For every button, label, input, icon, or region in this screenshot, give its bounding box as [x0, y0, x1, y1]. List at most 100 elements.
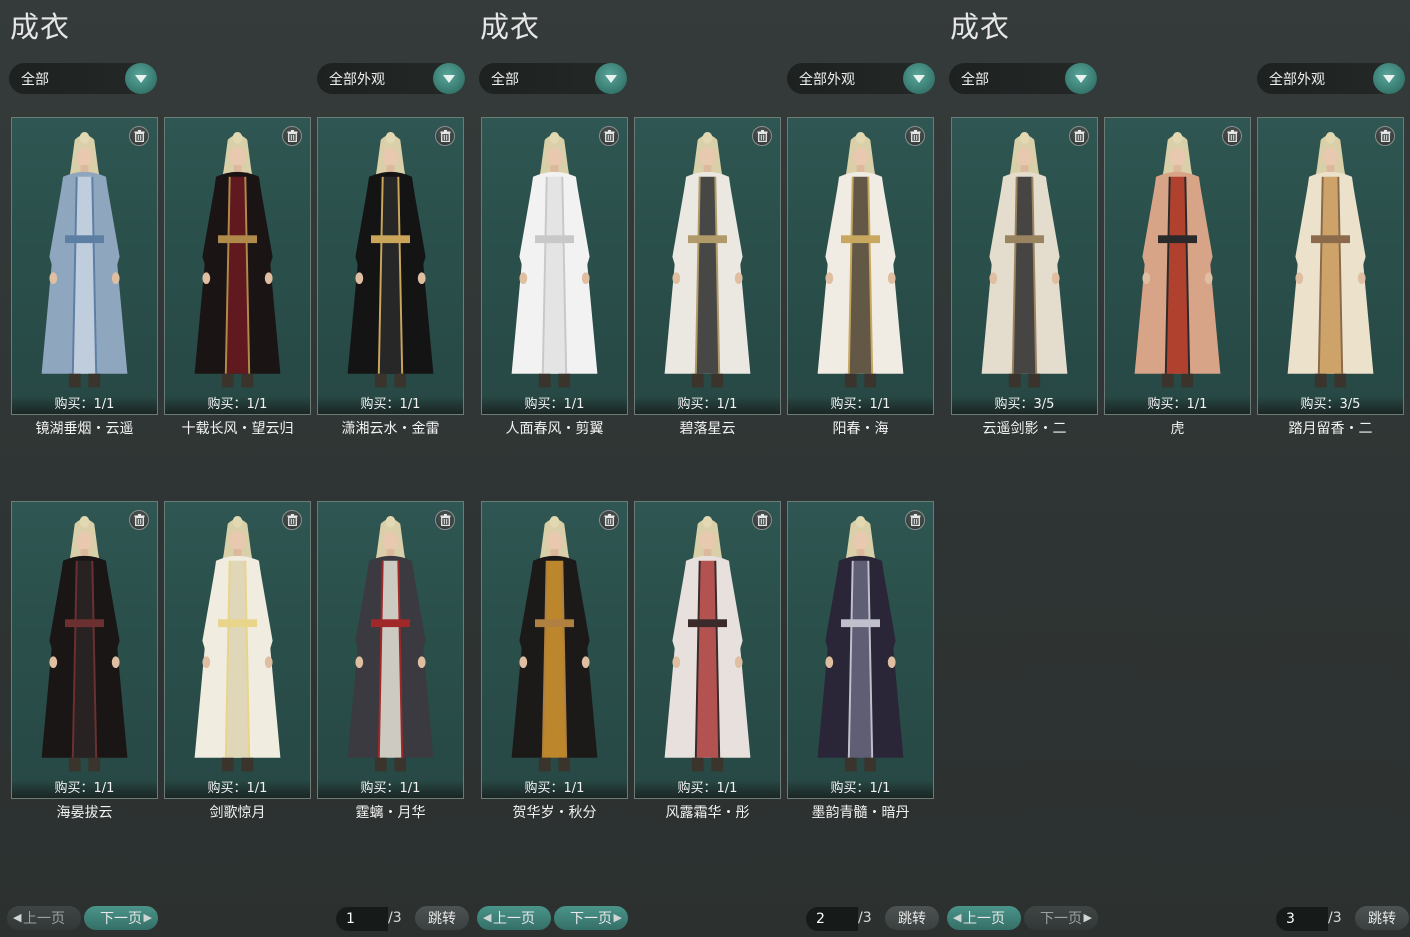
purchase-count: 购买：3/5	[1258, 396, 1403, 414]
prev-page-button[interactable]: 上一页 ◀	[477, 906, 551, 930]
outfit-card[interactable]: 购买：1/1	[787, 501, 934, 799]
character-figure	[194, 515, 281, 772]
next-page-label: 下一页	[1040, 911, 1082, 927]
character-figure	[1287, 131, 1374, 388]
outfit-card[interactable]: 购买：3/5	[951, 117, 1098, 415]
appearance-filter[interactable]: 全部外观	[1257, 63, 1405, 94]
character-figure	[347, 515, 434, 772]
jump-button[interactable]: 跳转	[885, 906, 939, 930]
character-figure	[41, 515, 128, 772]
prev-page-label: 上一页	[493, 911, 535, 927]
outfit-card[interactable]: 购买：1/1	[11, 501, 158, 799]
jump-label: 跳转	[898, 911, 926, 927]
prev-page-button[interactable]: 上一页 ◀	[7, 906, 81, 930]
chevron-right-icon: ▶	[1083, 911, 1092, 924]
outfit-card[interactable]: 购买：1/1	[11, 117, 158, 415]
character-figure	[41, 131, 128, 388]
next-page-button[interactable]: 下一页 ▶	[554, 906, 628, 930]
appearance-filter-value: 全部外观	[799, 71, 855, 88]
outfit-name: 人面春风・剪翼	[505, 421, 604, 437]
page-number-input[interactable]: 2	[806, 907, 858, 931]
chevron-down-icon[interactable]	[1373, 63, 1405, 94]
jump-button[interactable]: 跳转	[415, 906, 469, 930]
purchase-count: 购买：1/1	[482, 396, 627, 414]
purchase-count: 购买：1/1	[12, 396, 157, 414]
category-filter-value: 全部	[961, 71, 989, 88]
chevron-down-icon[interactable]	[903, 63, 935, 94]
outfit-card[interactable]: 购买：3/5	[1257, 117, 1404, 415]
next-page-button[interactable]: 下一页 ▶	[84, 906, 158, 930]
next-page-label: 下一页	[570, 911, 612, 927]
page-number-value: 2	[816, 911, 825, 927]
appearance-filter[interactable]: 全部外观	[317, 63, 465, 94]
category-filter-value: 全部	[491, 71, 519, 88]
purchase-count: 购买：1/1	[788, 780, 933, 798]
chevron-left-icon: ◀	[483, 911, 492, 924]
page-total: /3	[388, 910, 402, 926]
outfit-card[interactable]: 购买：1/1	[481, 501, 628, 799]
outfit-name: 潇湘云水・金雷	[341, 421, 440, 437]
outfit-card[interactable]: 购买：1/1	[164, 117, 311, 415]
outfit-name: 墨韵青髓・暗丹	[811, 805, 910, 821]
chevron-down-icon[interactable]	[1065, 63, 1097, 94]
purchase-count: 购买：1/1	[635, 780, 780, 798]
chevron-left-icon: ◀	[953, 911, 962, 924]
outfit-name: 海晏拔云	[56, 805, 113, 821]
outfit-card[interactable]: 购买：1/1	[317, 501, 464, 799]
next-page-button[interactable]: 下一页 ▶	[1024, 906, 1098, 930]
outfit-name: 风露霜华・彤	[665, 805, 750, 821]
panel-title: 成衣	[480, 10, 541, 44]
outfit-panel-2: 成衣 全部 全部外观 购买：1/1 人面春风・剪翼 购买：1/1 碧落星云 购买…	[470, 0, 940, 937]
category-filter[interactable]: 全部	[9, 63, 157, 94]
page-number-input[interactable]: 1	[336, 907, 388, 931]
panel-title: 成衣	[10, 10, 71, 44]
outfit-name: 阳春・海	[832, 421, 889, 437]
purchase-count: 购买：1/1	[318, 396, 463, 414]
character-figure	[817, 515, 904, 772]
purchase-count: 购买：1/1	[12, 780, 157, 798]
outfit-card[interactable]: 购买：1/1	[164, 501, 311, 799]
outfit-card[interactable]: 购买：1/1	[481, 117, 628, 415]
chevron-down-icon[interactable]	[125, 63, 157, 94]
outfit-name: 剑歌惊月	[209, 805, 266, 821]
outfit-card[interactable]: 购买：1/1	[634, 501, 781, 799]
outfit-card[interactable]: 购买：1/1	[787, 117, 934, 415]
page-total: /3	[1328, 910, 1342, 926]
outfit-name: 霆螭・月华	[355, 805, 426, 821]
chevron-down-icon[interactable]	[433, 63, 465, 94]
outfit-name: 碧落星云	[679, 421, 736, 437]
outfit-panel-3: 成衣 全部 全部外观 购买：3/5 云遥剑影・二 购买：1/1 虎 购买：3/5…	[940, 0, 1410, 937]
purchase-count: 购买：1/1	[165, 780, 310, 798]
purchase-count: 购买：1/1	[788, 396, 933, 414]
character-figure	[981, 131, 1068, 388]
outfit-name: 云遥剑影・二	[982, 421, 1067, 437]
character-figure	[194, 131, 281, 388]
prev-page-label: 上一页	[963, 911, 1005, 927]
outfit-panel-1: 成衣 全部 全部外观 购买：1/1 镜湖垂烟・云遥 购买：1/1 十载长风・望云…	[0, 0, 470, 937]
chevron-down-icon[interactable]	[595, 63, 627, 94]
category-filter[interactable]: 全部	[949, 63, 1097, 94]
chevron-right-icon: ▶	[143, 911, 152, 924]
outfit-card[interactable]: 购买：1/1	[317, 117, 464, 415]
prev-page-button[interactable]: 上一页 ◀	[947, 906, 1021, 930]
category-filter-value: 全部	[21, 71, 49, 88]
jump-button[interactable]: 跳转	[1355, 906, 1409, 930]
outfit-card[interactable]: 购买：1/1	[1104, 117, 1251, 415]
character-figure	[511, 131, 598, 388]
appearance-filter-value: 全部外观	[1269, 71, 1325, 88]
outfit-card[interactable]: 购买：1/1	[634, 117, 781, 415]
jump-label: 跳转	[1368, 911, 1396, 927]
page-number-value: 1	[346, 911, 355, 927]
outfit-name: 踏月留香・二	[1288, 421, 1373, 437]
page-number-input[interactable]: 3	[1276, 907, 1328, 931]
outfit-name: 贺华岁・秋分	[512, 805, 597, 821]
chevron-left-icon: ◀	[13, 911, 22, 924]
purchase-count: 购买：3/5	[952, 396, 1097, 414]
character-figure	[347, 131, 434, 388]
character-figure	[664, 131, 751, 388]
purchase-count: 购买：1/1	[482, 780, 627, 798]
category-filter[interactable]: 全部	[479, 63, 627, 94]
next-page-label: 下一页	[100, 911, 142, 927]
appearance-filter[interactable]: 全部外观	[787, 63, 935, 94]
purchase-count: 购买：1/1	[318, 780, 463, 798]
